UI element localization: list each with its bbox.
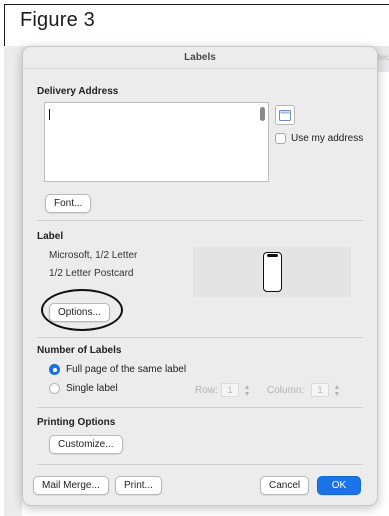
label-product: 1/2 Letter Postcard — [49, 268, 134, 279]
annotation-circle — [41, 289, 123, 331]
column-field[interactable]: 1 — [311, 383, 329, 397]
cancel-button[interactable]: Cancel — [260, 476, 310, 495]
background-window — [4, 46, 22, 516]
divider — [37, 407, 363, 408]
divider — [37, 220, 363, 221]
font-button[interactable]: Font... — [45, 194, 92, 213]
figure-title: Figure 3 — [20, 9, 95, 31]
column-label: Column: — [267, 385, 305, 396]
use-my-address-label: Use my address — [291, 133, 364, 144]
divider — [37, 337, 363, 338]
row-field[interactable]: 1 — [221, 383, 239, 397]
ok-button[interactable]: OK — [317, 476, 361, 495]
full-page-label: Full page of the same label — [66, 364, 187, 375]
single-label-radio[interactable] — [49, 383, 60, 394]
use-my-address-row[interactable]: Use my address — [275, 133, 363, 144]
single-label-label: Single label — [66, 383, 118, 394]
address-book-icon — [279, 109, 291, 121]
row-stepper[interactable]: ▲ ▼ — [243, 384, 251, 398]
labels-dialog: Labels Delivery Address Use my address F… — [22, 46, 378, 506]
label-heading: Label — [37, 231, 64, 242]
dialog-title: Labels — [23, 47, 377, 69]
column-stepper[interactable]: ▲ ▼ — [333, 384, 341, 398]
label-vendor: Microsoft, 1/2 Letter — [49, 250, 138, 261]
delivery-address-field[interactable] — [44, 102, 269, 182]
use-my-address-checkbox[interactable] — [275, 133, 286, 144]
address-book-button[interactable] — [275, 105, 295, 125]
full-page-option[interactable]: Full page of the same label — [49, 364, 186, 375]
delivery-address-heading: Delivery Address — [37, 86, 119, 97]
single-label-option[interactable]: Single label — [49, 383, 118, 394]
divider — [37, 464, 363, 465]
address-scrollbar[interactable] — [260, 107, 265, 121]
customize-button[interactable]: Customize... — [49, 435, 123, 454]
number-of-labels-heading: Number of Labels — [37, 345, 122, 356]
printing-options-heading: Printing Options — [37, 417, 116, 428]
label-preview-icon — [263, 252, 282, 292]
print-button[interactable]: Print... — [115, 476, 162, 495]
text-caret — [49, 109, 50, 120]
full-page-radio[interactable] — [49, 364, 60, 375]
row-label: Row: — [195, 385, 218, 396]
mail-merge-button[interactable]: Mail Merge... — [33, 476, 109, 495]
